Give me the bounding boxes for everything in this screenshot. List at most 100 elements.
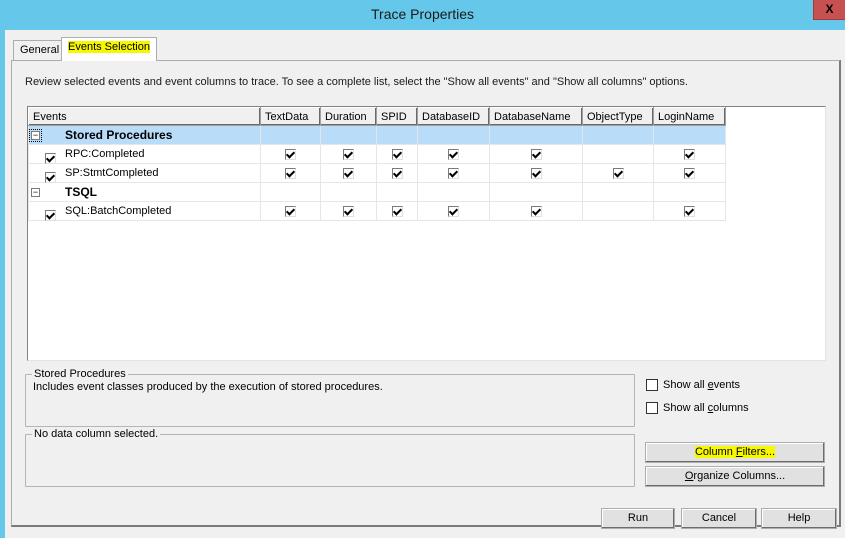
column-checkbox[interactable] xyxy=(285,167,296,179)
category-column-cell xyxy=(417,125,490,145)
column-checkbox[interactable] xyxy=(343,167,354,179)
column-checkbox[interactable] xyxy=(530,167,542,179)
column-cell-duration[interactable] xyxy=(320,163,377,183)
event-label: RPC:Completed xyxy=(65,148,145,160)
event-description-box: Stored Procedures Includes event classes… xyxy=(25,368,635,427)
event-cell: RPC:Completed xyxy=(28,144,261,164)
grid-header-row: Events TextData Duration SPID DatabaseID Data… xyxy=(28,107,726,126)
category-column-cell xyxy=(653,125,726,145)
category-row[interactable]: − TSQL xyxy=(28,182,726,202)
column-header-databasename[interactable]: DatabaseName xyxy=(489,107,583,126)
show-all-columns-label: Show all columns xyxy=(663,402,749,414)
column-cell-textdata[interactable] xyxy=(260,201,321,221)
column-cell-objecttype[interactable] xyxy=(582,163,654,183)
category-column-cell xyxy=(320,125,377,145)
dialog-client: General Events Selection Review selected… xyxy=(5,30,845,538)
column-cell-spid[interactable] xyxy=(376,201,418,221)
show-all-events-box[interactable] xyxy=(646,379,658,391)
event-cell: SP:StmtCompleted xyxy=(28,163,261,183)
column-checkbox[interactable] xyxy=(448,167,459,179)
help-button[interactable]: Help xyxy=(761,508,837,529)
run-button[interactable]: Run xyxy=(601,508,675,529)
show-all-columns-checkbox[interactable]: Show all columns xyxy=(646,402,749,414)
show-all-columns-box[interactable] xyxy=(646,402,658,414)
column-checkbox[interactable] xyxy=(684,148,695,160)
close-icon: X xyxy=(825,2,834,16)
cancel-button[interactable]: Cancel xyxy=(681,508,757,529)
category-column-cell xyxy=(582,182,654,202)
category-cell: − TSQL xyxy=(28,182,261,202)
events-selection-panel: Review selected events and event columns… xyxy=(11,60,841,527)
grid-body: − Stored Procedures RPC:Completed SP:StmtCo… xyxy=(28,125,726,221)
column-header-objecttype[interactable]: ObjectType xyxy=(582,107,654,126)
column-checkbox[interactable] xyxy=(285,205,296,217)
column-description-box: No data column selected. xyxy=(25,428,635,487)
column-cell-loginname[interactable] xyxy=(653,163,726,183)
event-cell: SQL:BatchCompleted xyxy=(28,201,261,221)
column-checkbox[interactable] xyxy=(684,205,695,217)
column-cell-textdata[interactable] xyxy=(260,163,321,183)
column-cell-databasename[interactable] xyxy=(489,201,583,221)
column-header-events[interactable]: Events xyxy=(28,107,261,126)
column-cell-databaseid[interactable] xyxy=(417,201,490,221)
column-cell-duration[interactable] xyxy=(320,144,377,164)
instructions-text: Review selected events and event columns… xyxy=(25,76,688,88)
column-cell-databasename[interactable] xyxy=(489,163,583,183)
event-row[interactable]: RPC:Completed xyxy=(28,144,726,164)
event-row[interactable]: SQL:BatchCompleted xyxy=(28,201,726,221)
collapse-icon[interactable]: − xyxy=(29,129,42,142)
column-checkbox[interactable] xyxy=(684,167,695,179)
event-label: SP:StmtCompleted xyxy=(65,167,159,179)
show-all-events-label: Show all events xyxy=(663,379,741,391)
column-cell-loginname[interactable] xyxy=(653,144,726,164)
column-checkbox[interactable] xyxy=(285,148,296,160)
column-checkbox[interactable] xyxy=(530,148,542,160)
event-description-text: Includes event classes produced by the e… xyxy=(33,381,383,393)
event-description-title: Stored Procedures xyxy=(32,368,128,380)
column-header-loginname[interactable]: LoginName xyxy=(653,107,726,126)
column-cell-databaseid[interactable] xyxy=(417,163,490,183)
column-description-title: No data column selected. xyxy=(32,428,161,440)
column-header-textdata[interactable]: TextData xyxy=(260,107,321,126)
collapse-icon[interactable]: − xyxy=(31,188,40,197)
event-checkbox[interactable] xyxy=(45,171,56,183)
column-cell-loginname[interactable] xyxy=(653,201,726,221)
column-cell-spid[interactable] xyxy=(376,144,418,164)
column-checkbox[interactable] xyxy=(391,205,403,217)
event-row[interactable]: SP:StmtCompleted xyxy=(28,163,726,183)
category-row[interactable]: − Stored Procedures xyxy=(28,125,726,145)
column-header-spid[interactable]: SPID xyxy=(376,107,418,126)
category-column-cell xyxy=(417,182,490,202)
close-button[interactable]: X xyxy=(813,0,845,20)
event-checkbox[interactable] xyxy=(45,152,56,164)
column-checkbox[interactable] xyxy=(343,148,354,160)
event-checkbox[interactable] xyxy=(45,209,56,221)
category-column-cell xyxy=(260,182,321,202)
column-checkbox[interactable] xyxy=(530,205,542,217)
category-column-cell xyxy=(320,182,377,202)
column-header-databaseid[interactable]: DatabaseID xyxy=(417,107,490,126)
column-cell-databaseid[interactable] xyxy=(417,144,490,164)
column-checkbox[interactable] xyxy=(391,167,403,179)
column-cell-duration[interactable] xyxy=(320,201,377,221)
events-grid[interactable]: Events TextData Duration SPID DatabaseID Data… xyxy=(27,106,826,361)
tab-general[interactable]: General xyxy=(13,40,67,60)
column-header-duration[interactable]: Duration xyxy=(320,107,377,126)
show-all-events-checkbox[interactable]: Show all events xyxy=(646,379,740,391)
column-checkbox[interactable] xyxy=(612,167,624,179)
column-filters-button[interactable]: Column Filters... xyxy=(645,442,825,463)
window-title: Trace Properties xyxy=(371,6,474,22)
organize-columns-button[interactable]: Organize Columns... xyxy=(645,466,825,487)
tab-events-selection[interactable]: Events Selection xyxy=(61,37,157,61)
column-checkbox[interactable] xyxy=(391,148,403,160)
title-bar: Trace Properties X xyxy=(0,0,845,30)
column-cell-textdata[interactable] xyxy=(260,144,321,164)
category-label: Stored Procedures xyxy=(65,128,173,142)
category-column-cell xyxy=(653,182,726,202)
column-cell-databasename[interactable] xyxy=(489,144,583,164)
column-checkbox[interactable] xyxy=(343,205,354,217)
column-cell-spid[interactable] xyxy=(376,163,418,183)
column-checkbox[interactable] xyxy=(448,205,459,217)
events-table: Events TextData Duration SPID DatabaseID Data… xyxy=(28,107,726,221)
column-checkbox[interactable] xyxy=(448,148,459,160)
